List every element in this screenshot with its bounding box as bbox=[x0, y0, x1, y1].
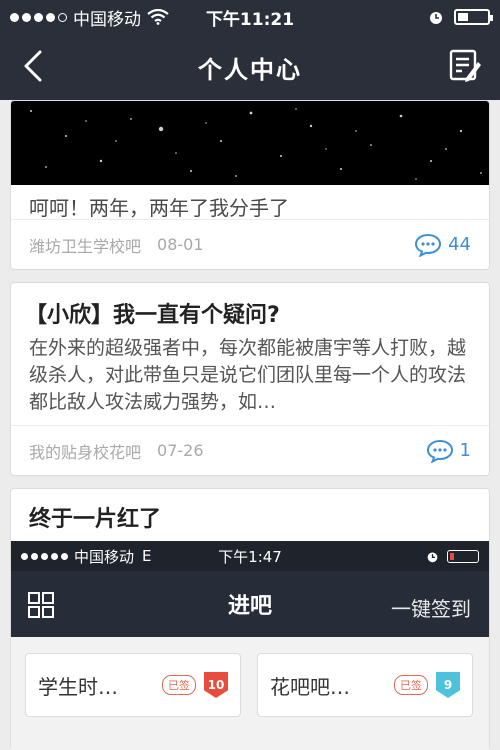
top-bar: 中国移动 下午11:21 个人中心 bbox=[0, 0, 500, 100]
post-image bbox=[11, 101, 489, 185]
wifi-icon bbox=[147, 9, 169, 25]
post-excerpt: 在外来的超级强者中，每次都能被唐宇等人打败，越级杀人，对此带鱼只是说它们团队里每… bbox=[29, 337, 467, 413]
comment-count[interactable]: 44 bbox=[414, 233, 471, 257]
post-title: 终于一片红了 bbox=[29, 507, 162, 532]
nav-bar: 个人中心 bbox=[0, 34, 500, 100]
forum-link[interactable]: 我的贴身校花吧 bbox=[29, 439, 141, 463]
post-date: 08-01 bbox=[157, 235, 204, 254]
embedded-nav-bar: 进吧 一键签到 bbox=[11, 571, 489, 637]
page-title: 个人中心 bbox=[198, 55, 302, 84]
post-meta: 潍坊卫生学校吧 08-01 44 bbox=[11, 219, 489, 269]
alarm-icon bbox=[430, 12, 442, 24]
signed-badge: 已签 bbox=[394, 675, 428, 695]
forum-tile: 花吧吧… 已签 9 bbox=[257, 653, 473, 717]
battery-icon bbox=[454, 9, 493, 25]
post-card[interactable]: 呵呵！两年，两年了我分手了 潍坊卫生学校吧 08-01 44 bbox=[10, 100, 490, 270]
post-date: 07-26 bbox=[157, 441, 204, 460]
forum-tile: 学生时… 已签 10 bbox=[25, 653, 241, 717]
forum-link[interactable]: 潍坊卫生学校吧 bbox=[29, 233, 141, 257]
battery-low-icon bbox=[447, 549, 479, 563]
comment-count[interactable]: 1 bbox=[426, 439, 471, 463]
post-screenshot: 中国移动 E 下午1:47 进吧 一键签到 学生时… 已签 10 花吧吧… 已签… bbox=[11, 541, 489, 750]
comment-bubble-icon bbox=[426, 439, 453, 463]
edit-icon[interactable] bbox=[448, 48, 482, 84]
embedded-time: 下午1:47 bbox=[218, 547, 282, 566]
signed-badge: 已签 bbox=[162, 675, 196, 695]
level-badge: 9 bbox=[436, 672, 460, 698]
comment-bubble-icon bbox=[415, 233, 442, 257]
post-title: 【小欣】我一直有个疑问? bbox=[25, 303, 280, 328]
level-badge: 10 bbox=[204, 672, 228, 698]
sign-all-button: 一键签到 bbox=[391, 597, 471, 621]
status-bar: 中国移动 下午11:21 bbox=[0, 0, 500, 34]
post-card[interactable]: 【小欣】我一直有个疑问? 在外来的超级强者中，每次都能被唐宇等人打败，越级杀人，… bbox=[10, 282, 490, 476]
embedded-status-bar: 中国移动 E 下午1:47 bbox=[11, 541, 489, 571]
carrier-label: 中国移动 bbox=[73, 9, 141, 30]
signal-strength-icon bbox=[10, 12, 67, 22]
back-icon[interactable] bbox=[16, 46, 52, 86]
forum-tile-name: 花吧吧… bbox=[270, 674, 350, 699]
post-meta: 我的贴身校花吧 07-26 1 bbox=[11, 425, 489, 475]
forum-tile-name: 学生时… bbox=[38, 674, 118, 699]
